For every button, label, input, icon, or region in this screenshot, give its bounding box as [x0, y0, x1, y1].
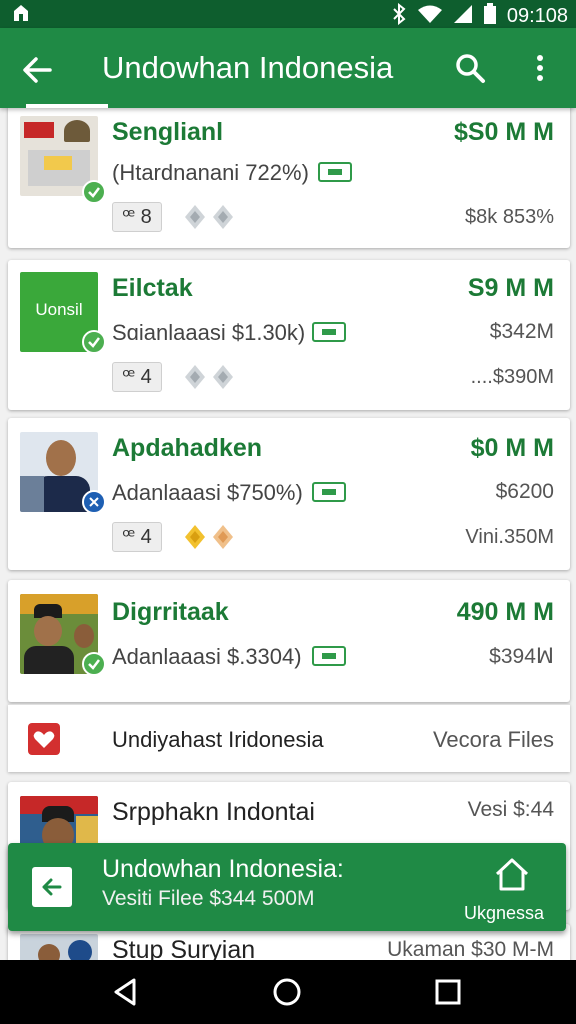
list-card[interactable]: Apdahadken $0 M M Adanlaaasi $750%) $620…	[8, 418, 570, 570]
gem-icon	[185, 205, 205, 229]
signal-icon	[453, 4, 473, 29]
battery-icon	[483, 3, 497, 30]
snackbar-action-label[interactable]: Ukgnessa	[464, 903, 544, 924]
gem-icon	[213, 525, 233, 549]
nav-back-icon[interactable]	[110, 976, 142, 1008]
verified-badge-icon	[82, 490, 106, 514]
page-title: Undowhan Indonesia	[102, 50, 394, 85]
back-arrow-icon[interactable]	[32, 867, 72, 907]
card-thumbnail	[20, 934, 98, 960]
row-right-text: Vecora Files	[432, 727, 554, 752]
wifi-icon	[417, 4, 443, 29]
card-name: Srpphakn Indontai	[112, 798, 315, 826]
back-arrow-icon[interactable]	[18, 50, 58, 90]
cash-icon	[312, 646, 346, 666]
system-nav-bar	[0, 960, 576, 1024]
snackbar-subtitle: Vesiti Filee $344 500M	[102, 887, 315, 910]
card-subtitle: Adanlaaasi $750%)	[112, 480, 303, 505]
card-name: Stup Suryian	[112, 936, 256, 960]
home-icon[interactable]	[492, 855, 532, 895]
list-card[interactable]: Digrritaak 490 M M Adanlaaasi $.3304) $3…	[8, 580, 570, 702]
card-amount: $394ꟽ	[489, 645, 554, 668]
card-subtitle: Adanlaaasi $.3304)	[112, 644, 302, 669]
app-bar: Undowhan Indonesia	[0, 28, 576, 108]
cash-icon	[318, 162, 352, 182]
heart-icon	[28, 723, 60, 755]
gem-icon	[213, 365, 233, 389]
cash-icon	[312, 322, 346, 342]
snackbar[interactable]: Undowhan Indonesia: Vesiti Filee $344 50…	[8, 843, 566, 931]
list-card[interactable]: Uonsil Eilctak S9 M M Sɑianlaaasi $1.30k…	[8, 260, 570, 410]
verified-check-icon	[82, 652, 106, 676]
cash-icon	[312, 482, 346, 502]
card-name: Eilctak	[112, 274, 193, 302]
snackbar-title: Undowhan Indonesia:	[102, 855, 344, 883]
card-price: $0 M M	[470, 434, 554, 462]
status-time: 09:108	[506, 5, 568, 27]
card-right-text: Ukaman $30 M-M	[387, 938, 554, 960]
card-name: Apdahadken	[112, 434, 263, 462]
card-subtitle: (Htardnanani 722%)	[112, 160, 309, 185]
notification-icon	[12, 3, 30, 28]
card-meta: $8k 853%	[465, 206, 554, 228]
row-label: Undiyahast Iridonesia	[112, 727, 324, 752]
rank-chip[interactable]: ꟹ 4	[112, 522, 162, 552]
card-price: $S0 M M	[453, 118, 554, 146]
status-bar: 09:108	[0, 0, 576, 28]
verified-check-icon	[82, 330, 106, 354]
card-amount: $342M	[489, 320, 554, 343]
card-price: S9 M M	[467, 274, 554, 302]
tab-indicator	[26, 104, 108, 108]
gem-icon	[213, 205, 233, 229]
verified-check-icon	[82, 180, 106, 204]
card-meta: ....$390M	[470, 366, 554, 388]
card-subtitle: Sɑianlaaasi $1.30k)	[112, 320, 306, 345]
nav-home-icon[interactable]	[271, 976, 303, 1008]
list-card[interactable]: Senglianl $S0 M M (Htardnanani 722%) ꟹ 8…	[8, 108, 570, 248]
card-name: Senglianl	[112, 118, 224, 146]
rank-chip[interactable]: ꟹ 4	[112, 362, 162, 392]
gem-icon	[185, 525, 205, 549]
nav-recents-icon[interactable]	[432, 976, 464, 1008]
card-right-text: Vesi $:44	[467, 798, 554, 821]
more-vert-icon[interactable]	[528, 50, 552, 86]
card-price: 490 M M	[456, 598, 554, 626]
rank-chip[interactable]: ꟹ 8	[112, 202, 162, 232]
list-row-link[interactable]: Undiyahast Iridonesia Vecora Files	[8, 704, 570, 772]
card-meta: Vini.350M	[465, 526, 554, 548]
card-name: Digrritaak	[112, 598, 229, 626]
product-list[interactable]: Senglianl $S0 M M (Htardnanani 722%) ꟹ 8…	[0, 108, 576, 960]
bluetooth-icon	[391, 2, 407, 30]
search-icon[interactable]	[452, 50, 488, 86]
card-amount: $6200	[495, 480, 554, 503]
thumb-label: Uonsil	[35, 300, 83, 319]
gem-icon	[185, 365, 205, 389]
